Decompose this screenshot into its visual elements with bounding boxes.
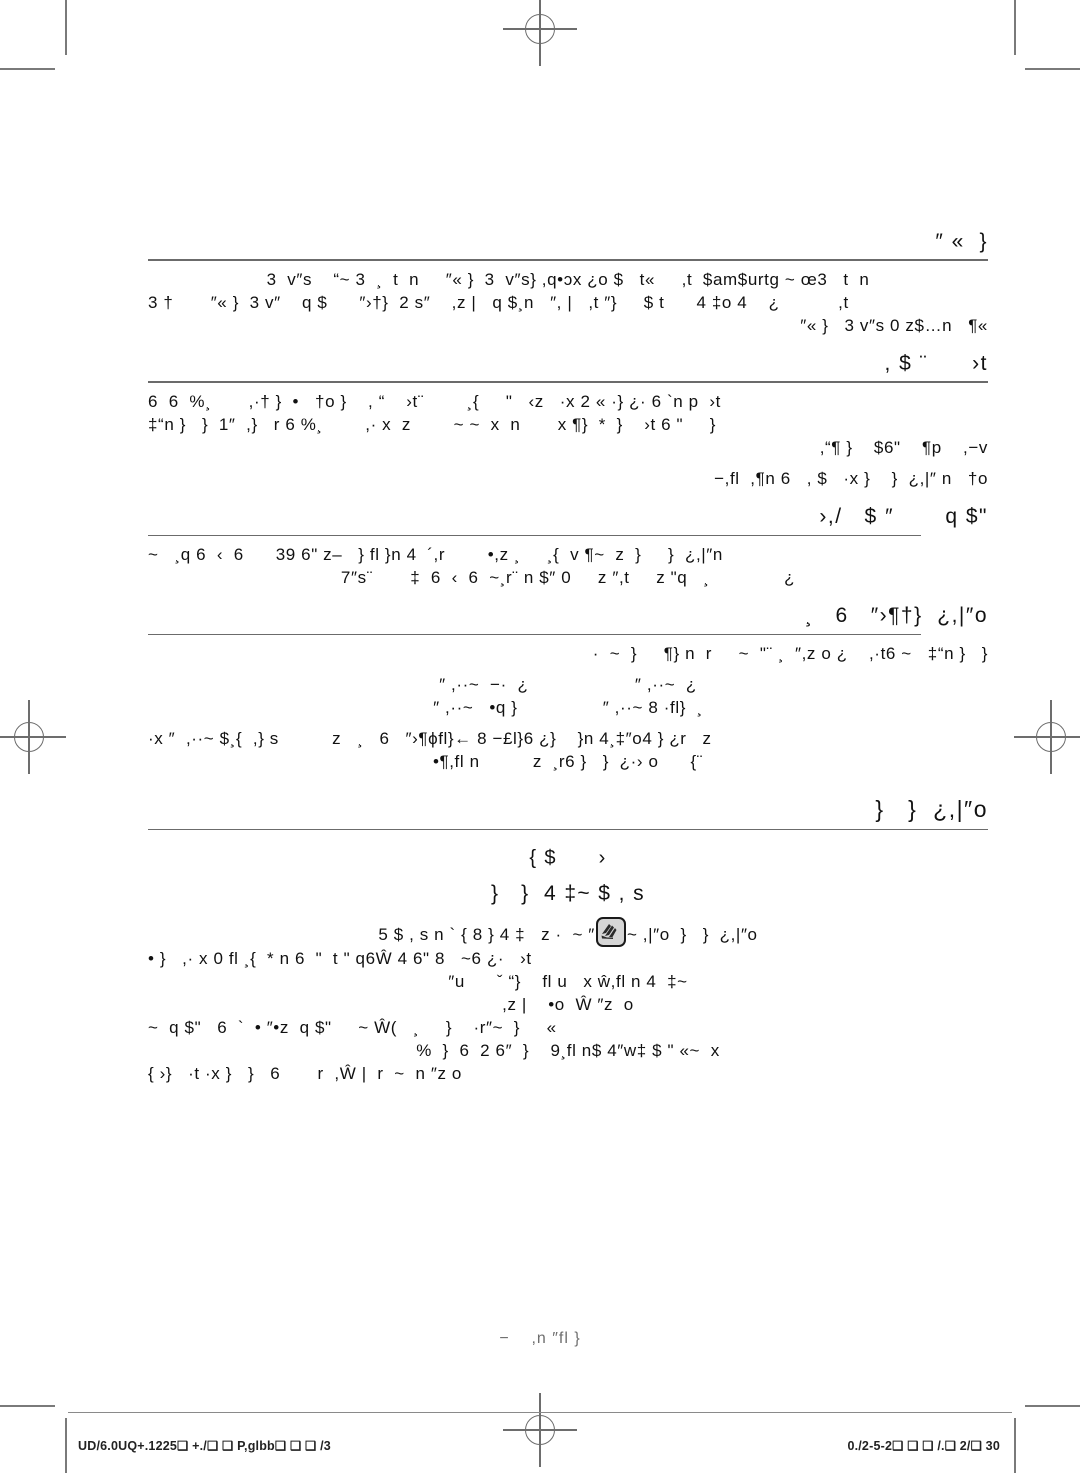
section-2-heading: , $ ¨ ›t [884, 352, 988, 376]
section-1: ″ « } 3 v″s “~ 3 ¸ t n ″« } 3 v″s} ,q•ɔx… [148, 228, 988, 342]
section-5-subheading-1: { $ › [529, 846, 607, 869]
section-5-line-1b: ~ ,|″o } } ¿,|″o [626, 924, 758, 944]
crop-mark-bottom-left-vertical [65, 1418, 67, 1473]
section-5-line-2: • } ,· x 0 fl ¸{ * n 6 " t " q6Ŵ 4 6" 8 … [148, 948, 532, 968]
section-5-line-1a: 5 $ , s n ` { 8 } 4 ‡ z · ~ ″ [378, 924, 595, 944]
section-5-line-5: ~ q $" 6 ` • ″•z q $" ~ Ŵ( ¸ } ·r″~ } « [148, 1017, 557, 1037]
section-1-line-3: ″« } 3 v″s 0 z$…n ¶« [800, 315, 988, 335]
section-5-heading: } } ¿,|″o [875, 796, 988, 823]
section-4-line-4: ·x ″ ,··~ $¸{ ,} s z ¸ 6 ″›¶ϕfl}← 8 −£l}… [148, 729, 712, 749]
section-1-body: 3 v″s “~ 3 ¸ t n ″« } 3 v″s} ,q•ɔx ¿o $ … [148, 261, 988, 342]
section-5-subheading-2: } } 4 ‡~ $ , s [491, 882, 645, 906]
section-4-heading: ¸ 6 ″›¶†} ¿,|″o [805, 604, 988, 628]
section-1-line-1: 3 v″s “~ 3 ¸ t n ″« } 3 v″s} ,q•ɔx ¿o $ … [266, 269, 870, 289]
section-5-line-3: ″u ˇ “} fl u x ŵ,fl n 4 ‡~ [448, 971, 688, 991]
crop-mark-top-left-vertical [65, 0, 67, 55]
section-4-line-3: ″ ,··~ •q } ″ ,··~ 8 ·fl} ¸ [433, 698, 703, 718]
crop-mark-top-left-horizontal [0, 68, 55, 70]
section-5-body: { $ › } } 4 ‡~ $ , s 5 $ , s n ` { 8 } 4… [148, 830, 988, 1090]
section-2-line-2: ‡“n } } 1″ ,} r 6 %¸ ,· x z ~ ~ x n x ¶}… [148, 414, 717, 434]
footer-right-text: 0./2-5-2❑ ❑ ❑ /.❑ 2/❑ 30 [847, 1439, 1000, 1453]
registration-mark-bottom [503, 1393, 577, 1467]
section-4-line-5: •¶,fl n z ¸r6 } } ¿·› o {¨ [432, 752, 704, 772]
registration-mark-left [0, 700, 66, 774]
crop-mark-bottom-right-horizontal [1025, 1405, 1080, 1407]
registration-mark-top [503, 0, 577, 66]
section-5-line-6: % } 6 2 6″ } 9¸fl n$ 4″w‡ $ " «~ x [416, 1041, 720, 1061]
footer-divider [68, 1412, 1012, 1414]
section-4-body: · ~ } ¶} n r ~ "¨ ¸ ″,z o ¿ ,·t6 ~ ‡“n }… [148, 635, 988, 779]
section-3-heading: ›,/ $ ″ q $" [819, 505, 988, 529]
document-body: ″ « } 3 v″s “~ 3 ¸ t n ″« } 3 v″s} ,q•ɔx… [148, 228, 988, 1090]
section-4-line-2: ″ ,··~ −· ¿ ″ ,··~ ¿ [439, 675, 697, 695]
section-3-line-1: ~ ¸q 6 ‹ 6 39 6" z– } fl }n 4 ´,r •,z ¸ … [148, 544, 723, 564]
crop-mark-top-right-vertical [1014, 0, 1016, 55]
section-4-line-1: · ~ } ¶} n r ~ "¨ ¸ ″,z o ¿ ,·t6 ~ ‡“n }… [592, 643, 988, 663]
section-3: ›,/ $ ″ q $" ~ ¸q 6 ‹ 6 39 6" z– } fl }n… [148, 503, 988, 594]
crop-mark-top-right-horizontal [1025, 68, 1080, 70]
registration-mark-right [1014, 700, 1080, 774]
section-2-line-4: −,fl ,¶n 6 , $ ·x } } ¿,|″ n †o [714, 469, 988, 489]
page-footnote: − ,n ″fl } [499, 1330, 581, 1347]
section-2: , $ ¨ ›t 6 6 %¸ ,·† } • †o } , “ ›t¨ ¸{ … [148, 350, 988, 495]
section-2-line-1: 6 6 %¸ ,·† } • †o } , “ ›t¨ ¸{ " ‹z ·x 2… [148, 391, 721, 411]
section-5: } } ¿,|″o { $ › } } 4 ‡~ $ , s 5 $ , s n… [148, 794, 988, 1090]
document-page: ″ « } 3 v″s “~ 3 ¸ t n ″« } 3 v″s} ,q•ɔx… [0, 0, 1080, 1473]
section-5-line-1-with-icon: 5 $ , s n ` { 8 } 4 ‡ z · ~ ″ ~ ,|″o } } … [148, 916, 988, 947]
footer-left-text: UD/6.0UQ+.1225❑ +./❑ ❑ P,glbb❑ ❑ ❑ /3 [78, 1439, 331, 1453]
crop-mark-bottom-right-vertical [1014, 1418, 1016, 1473]
glove-hand-icon [595, 916, 626, 947]
section-1-line-2: 3 † ″« } 3 v″ q $ ″›†} 2 s″ ,z | q $¸n ″… [148, 292, 849, 312]
section-3-body: ~ ¸q 6 ‹ 6 39 6" z– } fl }n 4 ´,r •,z ¸ … [148, 536, 988, 594]
section-1-heading: ″ « } [935, 230, 988, 253]
section-2-line-3: ,“¶ } $6" ¶p ,−v [819, 438, 988, 458]
crop-mark-bottom-left-horizontal [0, 1405, 55, 1407]
section-4: ¸ 6 ″›¶†} ¿,|″o · ~ } ¶} n r ~ "¨ ¸ ″,z … [148, 602, 988, 778]
section-5-line-7: { ›} ·t ·x } } 6 r ,Ŵ | r ~ n ″z o [148, 1064, 462, 1084]
section-5-line-4: ,z | •o Ŵ ″z o [502, 994, 634, 1014]
section-3-line-2: 7″s¨ ‡ 6 ‹ 6 ~¸r¨ n $″ 0 z ″,t z "q ¸ ¿ [340, 568, 796, 588]
section-2-body: 6 6 %¸ ,·† } • †o } , “ ›t¨ ¸{ " ‹z ·x 2… [148, 383, 988, 495]
